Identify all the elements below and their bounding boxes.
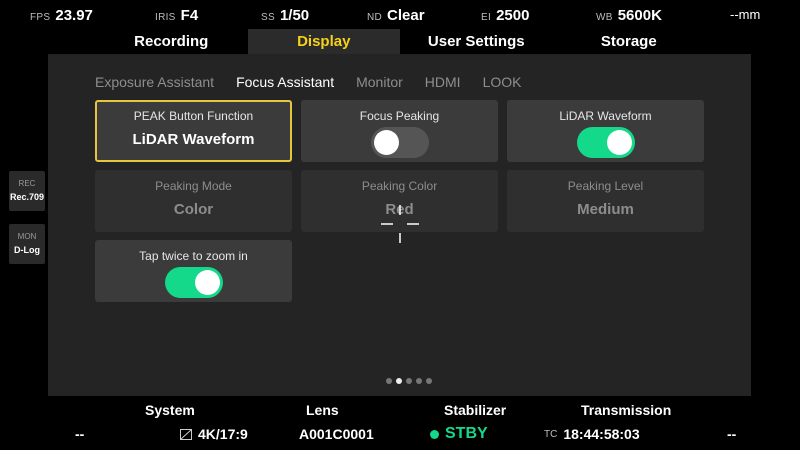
tap-zoom-label: Tap twice to zoom in (139, 249, 248, 263)
peaking-mode-label: Peaking Mode (155, 179, 232, 193)
subtab-hdmi[interactable]: HDMI (425, 74, 461, 90)
focus-distance-value: --mm (730, 7, 761, 22)
top-status-bar: FPS 23.97 IRIS F4 SS 1/50 ND Clear EI 25… (0, 0, 800, 30)
iris-label: IRIS (155, 12, 176, 23)
system-value: -- (75, 426, 85, 442)
toggle-knob (606, 130, 632, 155)
nd-label: ND (367, 12, 383, 23)
timecode-readout: TC 18:44:58:03 (544, 426, 640, 442)
wb-readout: WB 5600K (596, 7, 662, 24)
peak-button-function-card[interactable]: PEAK Button Function LiDAR Waveform (95, 100, 292, 162)
stabilizer-header: Stabilizer (444, 402, 507, 418)
iris-readout: IRIS F4 (155, 7, 198, 24)
tab-recording[interactable]: Recording (95, 29, 248, 54)
wb-label: WB (596, 12, 613, 23)
wb-value: 5600K (617, 7, 662, 24)
page-indicator (386, 378, 432, 384)
right-status-value: -- (727, 426, 737, 442)
mon-label: MON (17, 232, 37, 241)
image-format-icon (180, 428, 192, 440)
subtab-exposure-assistant[interactable]: Exposure Assistant (95, 74, 214, 90)
transmission-header: Transmission (581, 402, 672, 418)
focus-peaking-label: Focus Peaking (359, 109, 440, 123)
resolution-value: 4K/17:9 (198, 426, 248, 442)
timecode-label: TC (544, 428, 558, 440)
focus-peaking-card: Focus Peaking (301, 100, 498, 162)
record-status: STBY (430, 425, 488, 443)
peaking-mode-card[interactable]: Peaking Mode Color (95, 170, 292, 232)
nd-value: Clear (387, 7, 425, 24)
nd-readout: ND Clear (367, 7, 425, 24)
rec-label: REC (18, 179, 36, 188)
shutter-value: 1/50 (279, 7, 310, 24)
lidar-waveform-card: LiDAR Waveform (507, 100, 704, 162)
page-dot (426, 378, 432, 384)
tab-display[interactable]: Display (247, 29, 400, 54)
tap-zoom-card: Tap twice to zoom in (95, 240, 292, 302)
iris-value: F4 (180, 7, 199, 24)
page-dot (406, 378, 412, 384)
tab-storage[interactable]: Storage (553, 29, 706, 54)
page-dot (386, 378, 392, 384)
center-crosshair-icon (381, 205, 419, 248)
focus-peaking-toggle[interactable] (370, 127, 429, 158)
toggle-knob (194, 270, 220, 295)
page-dot-current (396, 378, 402, 384)
peaking-level-card[interactable]: Peaking Level Medium (507, 170, 704, 232)
toggle-knob (373, 130, 399, 155)
resolution-readout: 4K/17:9 (180, 426, 248, 442)
clip-name-value: A001C0001 (299, 426, 374, 442)
peak-button-function-label: PEAK Button Function (133, 109, 254, 123)
sub-tab-bar: Exposure Assistant Focus Assistant Monit… (95, 74, 521, 90)
rec-value: Rec.709 (9, 192, 45, 202)
peak-button-function-value: LiDAR Waveform (132, 131, 255, 148)
peaking-level-label: Peaking Level (567, 179, 644, 193)
peaking-mode-value: Color (173, 201, 214, 218)
record-status-value: STBY (445, 425, 488, 442)
fps-readout: FPS 23.97 (30, 7, 93, 24)
peaking-color-label: Peaking Color (361, 179, 438, 193)
subtab-look[interactable]: LOOK (483, 74, 522, 90)
tab-user-settings[interactable]: User Settings (400, 29, 553, 54)
system-header: System (145, 402, 195, 418)
subtab-monitor[interactable]: Monitor (356, 74, 403, 90)
ei-label: EI (481, 12, 492, 23)
standby-indicator-icon (430, 429, 439, 439)
mon-look-badge[interactable]: MON D-Log (9, 224, 45, 264)
ei-readout: EI 2500 (481, 7, 529, 24)
fps-label: FPS (30, 12, 51, 23)
shutter-label: SS (261, 12, 275, 23)
main-tab-bar: Recording Display User Settings Storage (95, 29, 705, 54)
lidar-waveform-toggle[interactable] (576, 127, 635, 158)
shutter-readout: SS 1/50 (261, 7, 309, 24)
tap-zoom-toggle[interactable] (164, 267, 223, 298)
focus-distance-readout: --mm (730, 7, 760, 22)
peaking-level-value: Medium (577, 201, 634, 218)
timecode-value: 18:44:58:03 (563, 426, 640, 442)
lidar-waveform-label: LiDAR Waveform (559, 109, 652, 123)
rec-look-badge[interactable]: REC Rec.709 (9, 171, 45, 211)
fps-value: 23.97 (55, 7, 93, 24)
page-dot (416, 378, 422, 384)
subtab-focus-assistant[interactable]: Focus Assistant (236, 74, 334, 90)
lens-header: Lens (306, 402, 339, 418)
mon-value: D-Log (14, 245, 40, 255)
ei-value: 2500 (496, 7, 530, 24)
